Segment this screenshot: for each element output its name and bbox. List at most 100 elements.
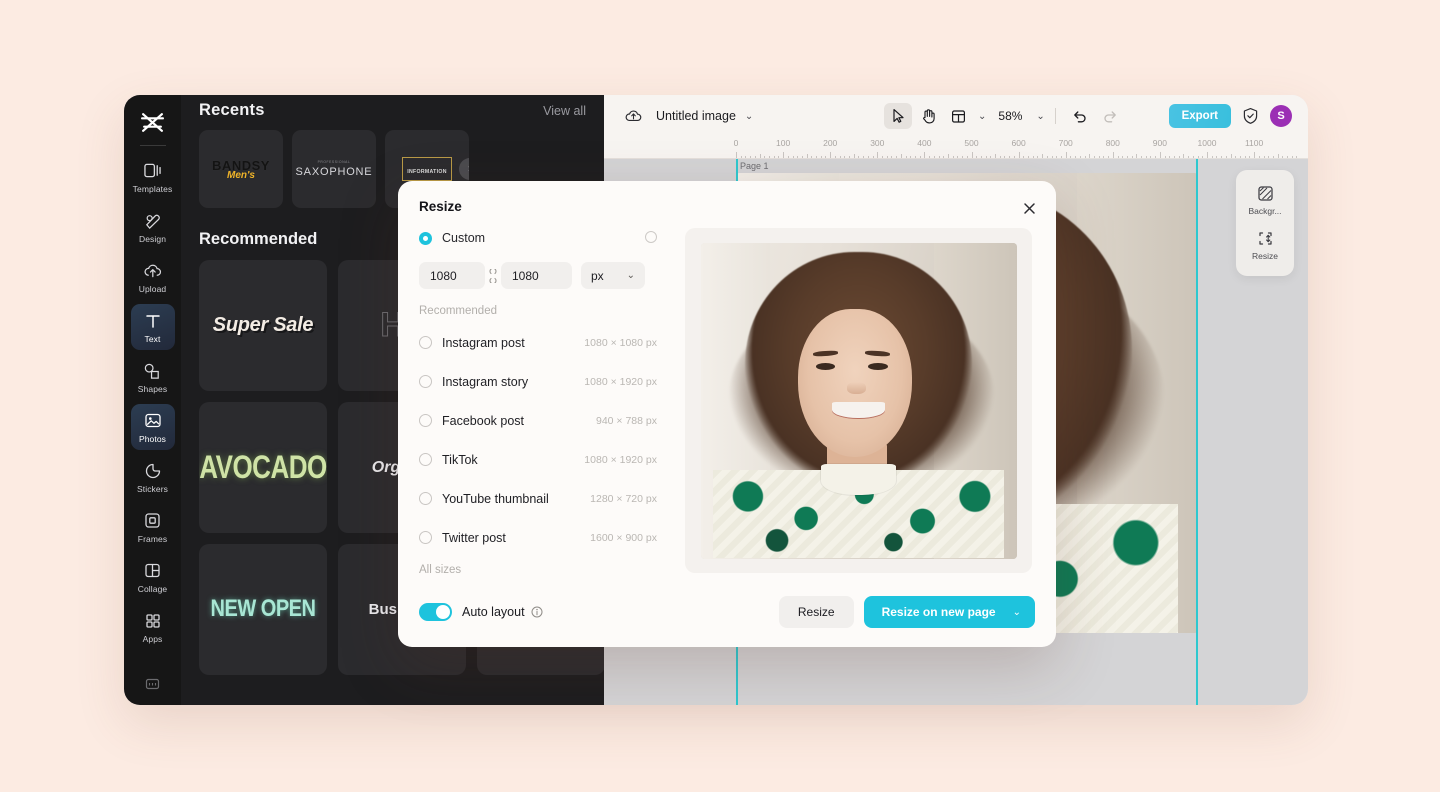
resize-on-new-page-button[interactable]: Resize on new page ⌄ — [863, 596, 1035, 628]
preset-radio[interactable] — [419, 453, 432, 466]
layout-chevron-down-icon[interactable]: ⌄ — [978, 111, 986, 122]
zoom-level[interactable]: 58% — [998, 109, 1022, 123]
width-input[interactable]: 1080 — [419, 262, 485, 289]
unit-select[interactable]: px ⌄ — [581, 262, 645, 289]
ruler-tick — [853, 154, 855, 158]
sidebar-item-label: Design — [138, 234, 167, 244]
ruler-tick — [1202, 155, 1204, 158]
recent-title: SAXOPHONE — [295, 166, 373, 178]
sidebar-item-apps[interactable]: Apps — [131, 604, 175, 650]
preset-tiktok[interactable]: TikTok 1080 × 1920 px — [398, 440, 678, 479]
ruler-tick — [1108, 155, 1110, 158]
ruler-tick — [773, 155, 775, 158]
sidebar-item-label: Shapes — [137, 384, 168, 394]
chevron-down-icon[interactable]: ⌄ — [745, 111, 753, 122]
right-tool-panel: Backgr... Resize — [1236, 170, 1294, 276]
preset-radio[interactable] — [419, 375, 432, 388]
topbar-right: Export S — [1168, 95, 1292, 137]
preset-facebook-post[interactable]: Facebook post 940 × 788 px — [398, 401, 678, 440]
sidebar-item-text[interactable]: Text — [130, 304, 175, 350]
sidebar-item-stickers[interactable]: Stickers — [131, 454, 175, 500]
ruler-tick — [1249, 155, 1251, 158]
resize-icon — [1257, 230, 1274, 247]
redo-button[interactable] — [1096, 103, 1124, 129]
ruler-tick — [891, 155, 893, 158]
preset-dimensions: 1080 × 1920 px — [584, 453, 657, 466]
custom-size-row[interactable]: Custom — [398, 231, 678, 245]
ruler-tick — [750, 155, 752, 158]
ruler-tick — [1197, 155, 1199, 158]
recent-thumbnail[interactable]: BANDSY Men's — [199, 130, 283, 208]
hand-tool-button[interactable] — [914, 103, 942, 129]
template-card[interactable]: NEW OPEN — [199, 544, 327, 675]
recents-next-arrow-icon[interactable]: › — [459, 158, 469, 180]
chevron-down-icon[interactable]: ⌄ — [1013, 607, 1021, 618]
capcut-logo-icon[interactable] — [138, 107, 168, 137]
ruler-tick — [1028, 155, 1030, 158]
sidebar-item-design[interactable]: Design — [131, 204, 175, 250]
preset-radio[interactable] — [419, 531, 432, 544]
ruler-tick — [1296, 155, 1298, 158]
layout-tool-button[interactable] — [944, 103, 972, 129]
ruler-tick — [759, 154, 761, 158]
keyboard-icon[interactable] — [145, 677, 160, 691]
horizontal-ruler[interactable]: 0 100 200 300 400 500 600 700 800 900 1000 1100 — [604, 137, 1308, 159]
ruler-tick — [1188, 155, 1190, 158]
all-sizes-label[interactable]: All sizes — [398, 564, 678, 576]
ruler-tick — [962, 155, 964, 158]
rail-divider — [139, 145, 166, 146]
ruler-tick — [1023, 155, 1025, 158]
template-card[interactable]: Super Sale — [199, 260, 327, 391]
custom-radio[interactable] — [419, 231, 432, 245]
preset-radio[interactable] — [419, 492, 432, 505]
export-button[interactable]: Export — [1168, 104, 1231, 128]
photo-eye-right — [867, 362, 888, 370]
recent-thumbnail[interactable]: PROFESSIONAL SAXOPHONE — [292, 130, 376, 208]
ruler-tick — [1141, 155, 1143, 158]
shield-check-icon[interactable] — [1242, 107, 1259, 125]
template-card[interactable]: AVOCADO — [199, 402, 327, 533]
ruler-tick-label: 400 — [917, 138, 932, 148]
ruler-tick — [900, 154, 902, 158]
ruler-tick — [980, 155, 982, 158]
preset-instagram-post[interactable]: Instagram post 1080 × 1080 px — [398, 323, 678, 362]
zoom-chevron-down-icon[interactable]: ⌄ — [1036, 111, 1044, 122]
sidebar-item-frames[interactable]: Frames — [131, 504, 175, 550]
ruler-tick — [792, 155, 794, 158]
sidebar-item-shapes[interactable]: Shapes — [131, 354, 175, 400]
link-aspect-icon[interactable] — [485, 268, 501, 283]
sidebar-item-collage[interactable]: Collage — [131, 554, 175, 600]
preset-radio[interactable] — [419, 414, 432, 427]
ruler-tick — [985, 155, 987, 158]
reset-circle-icon[interactable] — [645, 231, 657, 243]
ruler-tick — [1060, 155, 1062, 158]
ruler-tick — [736, 152, 737, 158]
view-all-link[interactable]: View all — [543, 104, 586, 118]
document-title[interactable]: Untitled image — [656, 109, 736, 123]
preset-radio[interactable] — [419, 336, 432, 349]
ruler-tick — [1159, 152, 1161, 158]
preset-twitter-post[interactable]: Twitter post 1600 × 900 px — [398, 518, 678, 557]
sidebar-item-upload[interactable]: Upload — [131, 254, 175, 300]
resize-button[interactable]: Resize — [778, 596, 854, 628]
info-icon[interactable] — [531, 606, 543, 618]
cloud-sync-icon[interactable] — [622, 105, 644, 127]
ruler-tick — [1079, 155, 1081, 158]
sidebar-item-photos[interactable]: Photos — [130, 404, 175, 450]
height-input[interactable]: 1080 — [501, 262, 572, 289]
sidebar-item-templates[interactable]: Templates — [131, 154, 175, 200]
background-tool-button[interactable]: Backgr... — [1236, 178, 1294, 223]
avatar[interactable]: S — [1270, 105, 1292, 127]
auto-layout-toggle[interactable] — [419, 603, 452, 621]
resize-tool-button[interactable]: Resize — [1236, 223, 1294, 268]
ruler-tick — [811, 155, 813, 158]
ruler-tick — [877, 152, 879, 158]
preset-youtube-thumbnail[interactable]: YouTube thumbnail 1280 × 720 px — [398, 479, 678, 518]
ruler-tick — [938, 155, 940, 158]
close-icon[interactable] — [1020, 199, 1038, 217]
preset-instagram-story[interactable]: Instagram story 1080 × 1920 px — [398, 362, 678, 401]
undo-button[interactable] — [1066, 103, 1094, 129]
template-label: NEW OPEN — [210, 595, 316, 623]
select-tool-button[interactable] — [884, 103, 912, 129]
ruler-tick — [1089, 154, 1091, 158]
